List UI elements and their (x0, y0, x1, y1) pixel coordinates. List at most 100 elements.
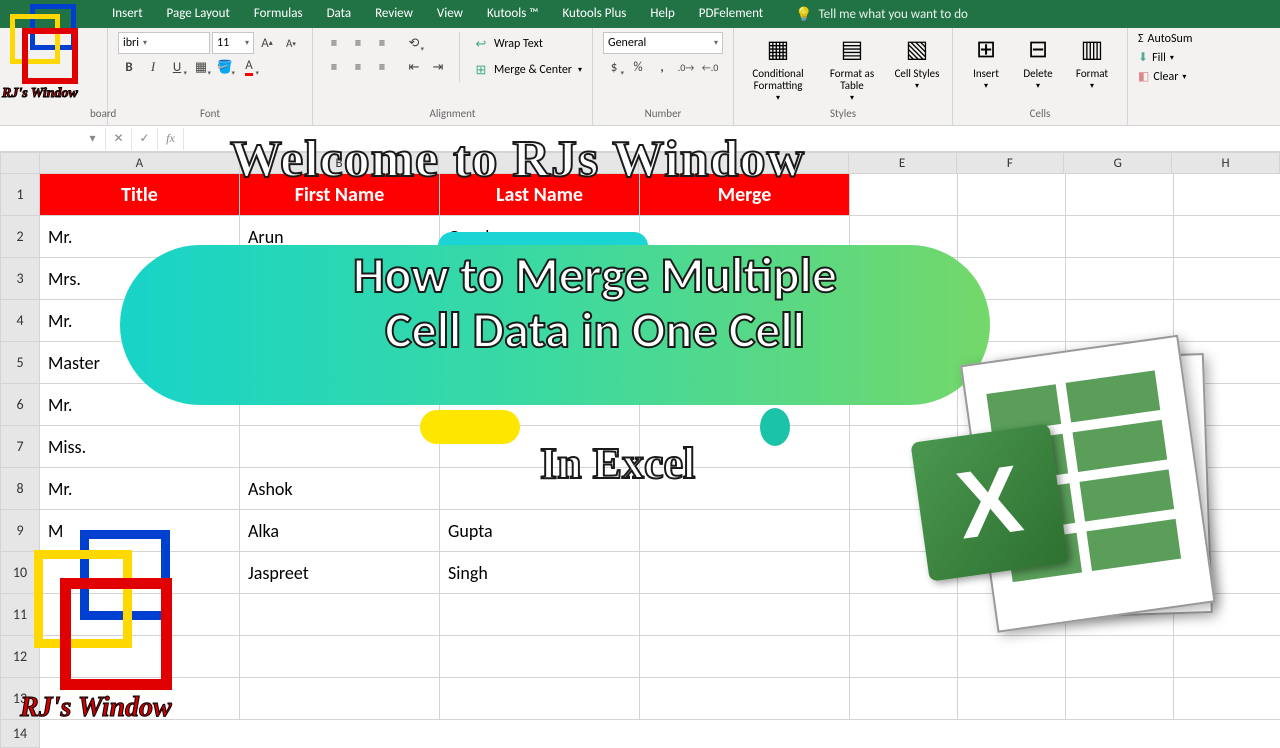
col-header-A[interactable]: A (40, 152, 240, 174)
cell[interactable] (640, 636, 850, 678)
insert-function-icon[interactable]: fx (158, 128, 184, 150)
cell[interactable] (1174, 174, 1280, 216)
tab-pdfelement[interactable]: PDFelement (687, 0, 775, 28)
decrease-font-icon[interactable]: A▾ (280, 32, 302, 54)
align-center-icon[interactable]: ≡ (347, 56, 369, 78)
row-header-14[interactable]: 14 (0, 720, 40, 748)
tab-insert[interactable]: Insert (100, 0, 155, 28)
decrease-decimal-icon[interactable]: ←.0 (699, 56, 721, 78)
cell[interactable] (850, 174, 958, 216)
col-header-E[interactable]: E (849, 152, 957, 174)
italic-button[interactable]: I (142, 56, 164, 78)
col-header-F[interactable]: F (957, 152, 1065, 174)
cell[interactable] (1066, 258, 1174, 300)
tab-page-layout[interactable]: Page Layout (155, 0, 242, 28)
autosum-button[interactable]: AutoSum (1148, 32, 1193, 46)
cell[interactable]: Miss. (40, 426, 240, 468)
cell[interactable] (640, 510, 850, 552)
tab-review[interactable]: Review (363, 0, 425, 28)
increase-font-icon[interactable]: A▴ (256, 32, 278, 54)
tab-help[interactable]: Help (638, 0, 686, 28)
cell[interactable] (640, 678, 850, 720)
tab-kutools[interactable]: Kutools ™ (475, 0, 551, 28)
format-cells-button[interactable]: ▥Format▾ (1067, 32, 1117, 94)
tab-view[interactable]: View (425, 0, 475, 28)
cell[interactable] (440, 636, 640, 678)
cell[interactable]: Ashok (240, 468, 440, 510)
decrease-indent-icon[interactable]: ⇤ (403, 56, 425, 78)
row-header-5[interactable]: 5 (0, 342, 40, 384)
align-middle-icon[interactable]: ≡ (347, 32, 369, 54)
insert-cells-button[interactable]: ⊞Insert▾ (963, 32, 1009, 94)
increase-indent-icon[interactable]: ⇥ (427, 56, 449, 78)
cell[interactable] (240, 678, 440, 720)
fill-color-button[interactable]: 🪣 (214, 56, 236, 78)
cell[interactable] (958, 174, 1066, 216)
chevron-down-icon[interactable]: ▾ (578, 65, 582, 75)
merge-icon[interactable]: ⊞ (470, 59, 492, 81)
align-bottom-icon[interactable]: ≡ (371, 32, 393, 54)
format-as-table-button[interactable]: ▤Format as Table▾ (818, 32, 886, 106)
borders-button[interactable]: ▦ (190, 56, 212, 78)
cell[interactable] (1174, 678, 1280, 720)
bold-button[interactable]: B (118, 56, 140, 78)
row-header-4[interactable]: 4 (0, 300, 40, 342)
align-top-icon[interactable]: ≡ (323, 32, 345, 54)
col-header-G[interactable]: G (1064, 152, 1172, 174)
cell[interactable] (850, 678, 958, 720)
cell[interactable] (440, 678, 640, 720)
delete-cells-button[interactable]: ⊟Delete▾ (1015, 32, 1061, 94)
font-color-button[interactable]: A (238, 56, 260, 78)
underline-button[interactable]: U (166, 56, 188, 78)
tab-formulas[interactable]: Formulas (242, 0, 315, 28)
conditional-formatting-button[interactable]: ▦Conditional Formatting▾ (744, 32, 812, 106)
col-header-H[interactable]: H (1172, 152, 1280, 174)
cell[interactable] (240, 636, 440, 678)
number-format-combo[interactable]: General▾ (603, 32, 723, 54)
cell[interactable]: Jaspreet (240, 552, 440, 594)
cell[interactable] (640, 552, 850, 594)
select-all-corner[interactable] (0, 152, 40, 174)
percent-format-icon[interactable]: % (627, 56, 649, 78)
header-title[interactable]: Title (40, 174, 240, 216)
cell[interactable] (1066, 216, 1174, 258)
wrap-text-button[interactable]: Wrap Text (494, 37, 543, 51)
clear-button[interactable]: Clear (1153, 70, 1178, 84)
orientation-icon[interactable]: ⟲ (403, 32, 425, 54)
tab-data[interactable]: Data (315, 0, 364, 28)
clear-icon[interactable]: ◧ (1138, 69, 1149, 84)
cell[interactable]: Singh (440, 552, 640, 594)
cell[interactable]: Alka (240, 510, 440, 552)
cell[interactable] (440, 594, 640, 636)
cell[interactable] (240, 594, 440, 636)
cell[interactable] (958, 678, 1066, 720)
fill-icon[interactable]: ⬇ (1138, 50, 1148, 65)
row-header-7[interactable]: 7 (0, 426, 40, 468)
cell[interactable]: Gupta (440, 510, 640, 552)
accounting-format-icon[interactable]: $ (603, 56, 625, 78)
row-header-6[interactable]: 6 (0, 384, 40, 426)
cell[interactable] (1066, 174, 1174, 216)
autosum-icon[interactable]: Σ (1138, 32, 1144, 46)
cell[interactable] (1174, 216, 1280, 258)
cell[interactable] (1174, 258, 1280, 300)
row-header-2[interactable]: 2 (0, 216, 40, 258)
cell[interactable]: Mr. (40, 468, 240, 510)
cell[interactable] (640, 594, 850, 636)
font-size-combo[interactable]: 11▾ (212, 32, 254, 54)
wrap-text-icon[interactable]: ↩ (470, 33, 492, 55)
tab-kutools-plus[interactable]: Kutools Plus (550, 0, 638, 28)
name-box-dropdown[interactable]: ▾ (80, 128, 106, 150)
align-right-icon[interactable]: ≡ (371, 56, 393, 78)
cancel-formula-icon[interactable]: ✕ (106, 128, 132, 150)
enter-formula-icon[interactable]: ✓ (132, 128, 158, 150)
increase-decimal-icon[interactable]: .0→ (675, 56, 697, 78)
row-header-3[interactable]: 3 (0, 258, 40, 300)
cell-styles-button[interactable]: ▧Cell Styles▾ (892, 32, 942, 94)
tell-me-search[interactable]: 💡 Tell me what you want to do (795, 6, 968, 23)
align-left-icon[interactable]: ≡ (323, 56, 345, 78)
row-header-1[interactable]: 1 (0, 174, 40, 216)
cell[interactable] (1066, 678, 1174, 720)
comma-format-icon[interactable]: , (651, 56, 673, 78)
fill-button[interactable]: Fill (1152, 51, 1166, 65)
